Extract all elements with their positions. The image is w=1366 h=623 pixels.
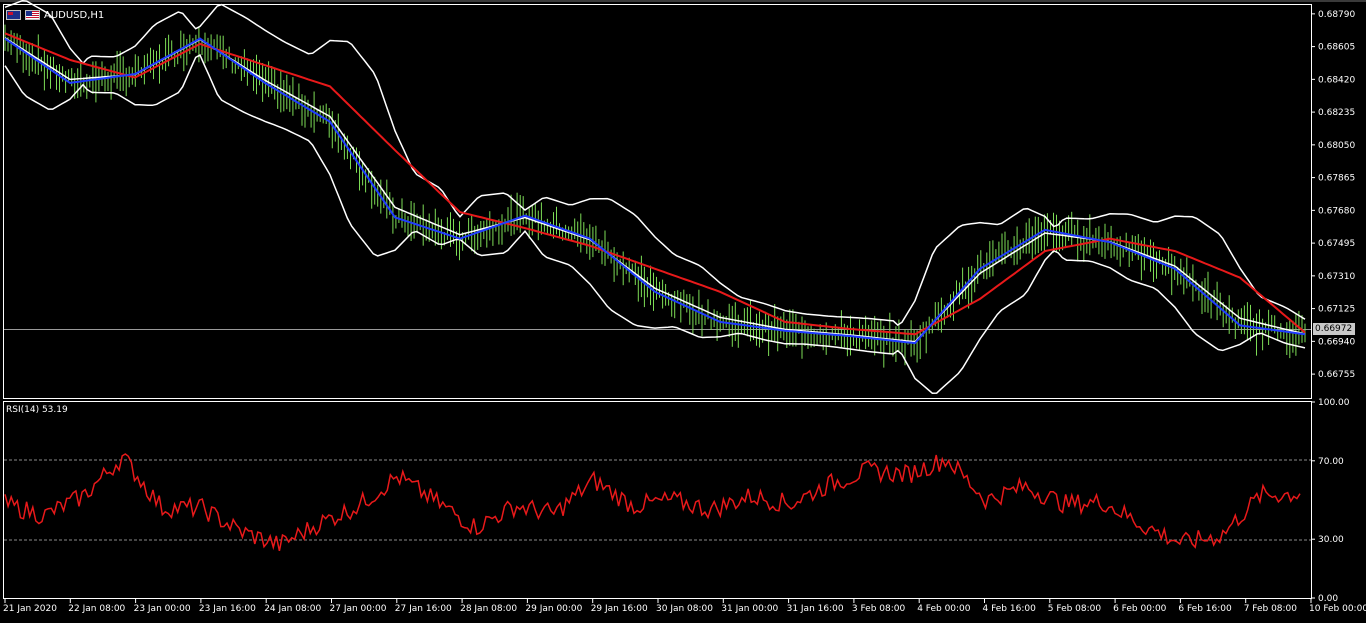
time-axis-label: 4 Feb 16:00 <box>983 604 1037 614</box>
time-axis-label: 10 Feb 00:00 <box>1309 604 1366 614</box>
price-axis-label: 0.67125 <box>1318 305 1355 315</box>
time-axis-label: 24 Jan 08:00 <box>264 604 321 614</box>
price-axis-label: 0.66755 <box>1318 370 1355 380</box>
time-axis-label: 4 Feb 00:00 <box>917 604 971 614</box>
rsi-axis-label: 100.00 <box>1318 398 1350 408</box>
price-panel-frame <box>3 4 1312 399</box>
time-axis-label: 6 Feb 16:00 <box>1178 604 1232 614</box>
price-axis-label: 0.67310 <box>1318 272 1355 282</box>
price-axis-label: 0.68420 <box>1318 75 1355 85</box>
price-axis-label: 0.67495 <box>1318 239 1355 249</box>
time-axis-label: 6 Feb 00:00 <box>1113 604 1167 614</box>
bollinger-upper-band <box>4 0 1306 327</box>
price-axis-label: 0.68605 <box>1318 43 1355 53</box>
time-axis-label: 31 Jan 16:00 <box>787 604 844 614</box>
chart-window[interactable]: 0.68790 0.68605 0.68420 0.68235 0.68050 0.678… <box>0 0 1366 623</box>
rsi-axis: 100.00 70.00 30.00 0.00 <box>1311 398 1350 604</box>
bollinger-lower-band <box>4 54 1306 394</box>
time-axis-label: 29 Jan 16:00 <box>591 604 648 614</box>
moving-average-slow <box>4 32 1306 336</box>
chart-title-bar: AUDUSD,H1 <box>6 8 104 22</box>
price-axis-label: 0.68050 <box>1318 141 1355 151</box>
time-axis-label: 31 Jan 00:00 <box>721 604 778 614</box>
time-axis-label: 23 Jan 16:00 <box>199 604 256 614</box>
chart-canvas[interactable]: 0.68790 0.68605 0.68420 0.68235 0.68050 0.678… <box>0 0 1366 623</box>
au-flag-icon <box>6 10 21 20</box>
bollinger-middle-band <box>4 37 1306 343</box>
time-axis-label: 29 Jan 00:00 <box>525 604 582 614</box>
time-axis-label: 23 Jan 00:00 <box>134 604 191 614</box>
rsi-indicator-label: RSI(14) 53.19 <box>6 405 68 415</box>
time-axis-label: 21 Jan 2020 <box>3 604 57 614</box>
rsi-axis-label: 30.00 <box>1318 535 1344 545</box>
price-axis-label: 0.67865 <box>1318 174 1355 184</box>
time-axis: 21 Jan 2020 22 Jan 08:00 23 Jan 00:00 23 Ja… <box>3 599 1366 614</box>
chart-title: AUDUSD,H1 <box>44 9 105 21</box>
time-axis-label: 22 Jan 08:00 <box>68 604 125 614</box>
time-axis-label: 28 Jan 08:00 <box>460 604 517 614</box>
rsi-line <box>4 453 1301 552</box>
time-axis-label: 27 Jan 00:00 <box>330 604 387 614</box>
price-axis-label: 0.67680 <box>1318 206 1355 216</box>
time-axis-label: 30 Jan 08:00 <box>656 604 713 614</box>
price-axis-label: 0.66940 <box>1318 337 1355 347</box>
current-price-tag: 0.66972 <box>1313 323 1355 335</box>
rsi-axis-label: 70.00 <box>1318 457 1344 467</box>
price-axis-label: 0.68235 <box>1318 108 1355 118</box>
time-axis-label: 3 Feb 08:00 <box>852 604 906 614</box>
us-flag-icon <box>25 10 40 20</box>
moving-average-fast <box>4 37 1306 345</box>
candlestick-series <box>4 24 1306 368</box>
time-axis-label: 27 Jan 16:00 <box>395 604 452 614</box>
time-axis-label: 7 Feb 08:00 <box>1244 604 1298 614</box>
time-axis-label: 5 Feb 08:00 <box>1048 604 1102 614</box>
price-axis-label: 0.68790 <box>1318 10 1355 20</box>
rsi-axis-label: 0.00 <box>1318 594 1338 604</box>
